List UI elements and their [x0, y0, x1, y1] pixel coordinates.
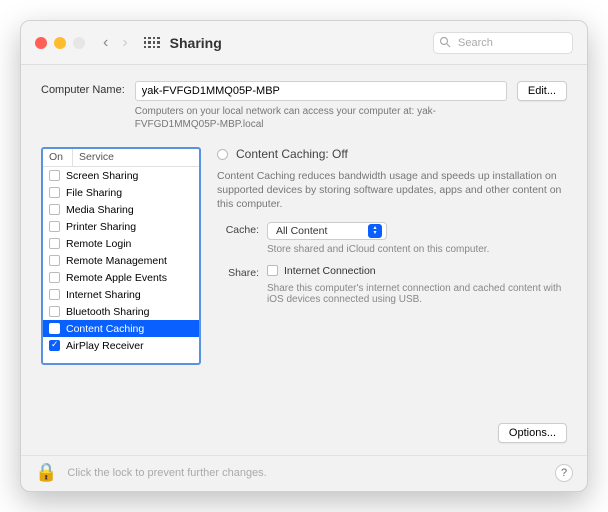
content: Computer Name: Computers on your local n… — [21, 65, 587, 455]
service-label: Bluetooth Sharing — [66, 306, 149, 318]
service-row[interactable]: AirPlay Receiver — [43, 337, 199, 354]
minimize-icon[interactable] — [54, 37, 66, 49]
service-checkbox[interactable] — [49, 323, 60, 334]
titlebar: ‹ › Sharing — [21, 21, 587, 65]
service-label: Screen Sharing — [66, 170, 138, 182]
options-row: Options... — [41, 423, 567, 443]
service-checkbox[interactable] — [49, 170, 60, 181]
service-checkbox[interactable] — [49, 340, 60, 351]
service-checkbox[interactable] — [49, 306, 60, 317]
window-controls — [35, 37, 85, 49]
search-icon — [439, 36, 451, 48]
search-input[interactable] — [433, 32, 573, 54]
options-button[interactable]: Options... — [498, 423, 567, 443]
service-label: Printer Sharing — [66, 221, 136, 233]
service-row[interactable]: Screen Sharing — [43, 167, 199, 184]
edit-button[interactable]: Edit... — [517, 81, 567, 101]
chevron-updown-icon — [368, 224, 382, 238]
computer-name-input[interactable] — [135, 81, 507, 101]
service-label: Content Caching — [66, 323, 144, 335]
share-checkbox[interactable] — [267, 265, 278, 276]
computer-name-sub: Computers on your local network can acce… — [135, 105, 507, 131]
share-value: Internet Connection — [284, 265, 376, 277]
service-label: File Sharing — [66, 187, 122, 199]
service-row[interactable]: Internet Sharing — [43, 286, 199, 303]
footer-text: Click the lock to prevent further change… — [67, 467, 545, 479]
service-label: Remote Apple Events — [66, 272, 167, 284]
services-list: On Service Screen Sharing File Sharing Med… — [41, 147, 201, 365]
services-header: On Service — [43, 149, 199, 167]
service-label: Remote Management — [66, 255, 167, 267]
share-sub: Share this computer's internet connectio… — [267, 283, 567, 305]
service-checkbox[interactable] — [49, 289, 60, 300]
service-label: AirPlay Receiver — [66, 340, 144, 352]
forward-icon: › — [122, 34, 127, 52]
service-row[interactable]: Bluetooth Sharing — [43, 303, 199, 320]
service-label: Internet Sharing — [66, 289, 141, 301]
service-row[interactable]: Remote Management — [43, 252, 199, 269]
detail-panel: Content Caching: Off Content Caching red… — [217, 147, 567, 415]
service-row[interactable]: Remote Apple Events — [43, 269, 199, 286]
service-row[interactable]: Printer Sharing — [43, 218, 199, 235]
close-icon[interactable] — [35, 37, 47, 49]
service-checkbox[interactable] — [49, 238, 60, 249]
cache-value: All Content — [276, 225, 327, 237]
service-label: Media Sharing — [66, 204, 134, 216]
detail-title: Content Caching: Off — [236, 147, 348, 161]
service-checkbox[interactable] — [49, 187, 60, 198]
share-row: Share: Internet Connection — [217, 265, 567, 279]
cache-label: Cache: — [217, 222, 259, 236]
lock-icon[interactable]: 🔒 — [35, 462, 57, 483]
service-toggle[interactable] — [217, 149, 228, 160]
main-area: On Service Screen Sharing File Sharing Med… — [41, 147, 567, 415]
service-checkbox[interactable] — [49, 204, 60, 215]
cache-sub: Store shared and iCloud content on this … — [267, 244, 567, 255]
service-checkbox[interactable] — [49, 272, 60, 283]
preferences-window: ‹ › Sharing Computer Name: Computers on … — [20, 20, 588, 492]
detail-title-row: Content Caching: Off — [217, 147, 567, 161]
cache-row: Cache: All Content — [217, 222, 567, 240]
detail-desc: Content Caching reduces bandwidth usage … — [217, 169, 567, 212]
share-label: Share: — [217, 265, 259, 279]
service-row[interactable]: File Sharing — [43, 184, 199, 201]
zoom-icon — [73, 37, 85, 49]
footer: 🔒 Click the lock to prevent further chan… — [21, 455, 587, 491]
search-wrap — [433, 32, 573, 54]
col-service: Service — [73, 149, 199, 166]
cache-select[interactable]: All Content — [267, 222, 387, 240]
computer-name-row: Computer Name: Computers on your local n… — [41, 81, 567, 131]
show-all-icon[interactable] — [144, 37, 160, 49]
service-row[interactable]: Remote Login — [43, 235, 199, 252]
service-row[interactable]: Content Caching — [43, 320, 199, 337]
col-on: On — [43, 149, 73, 166]
back-icon[interactable]: ‹ — [103, 34, 108, 52]
page-title: Sharing — [170, 35, 222, 51]
service-row[interactable]: Media Sharing — [43, 201, 199, 218]
service-checkbox[interactable] — [49, 221, 60, 232]
nav-arrows: ‹ › — [103, 34, 128, 52]
service-label: Remote Login — [66, 238, 131, 250]
service-checkbox[interactable] — [49, 255, 60, 266]
computer-name-label: Computer Name: — [41, 81, 125, 96]
help-button[interactable]: ? — [555, 464, 573, 482]
